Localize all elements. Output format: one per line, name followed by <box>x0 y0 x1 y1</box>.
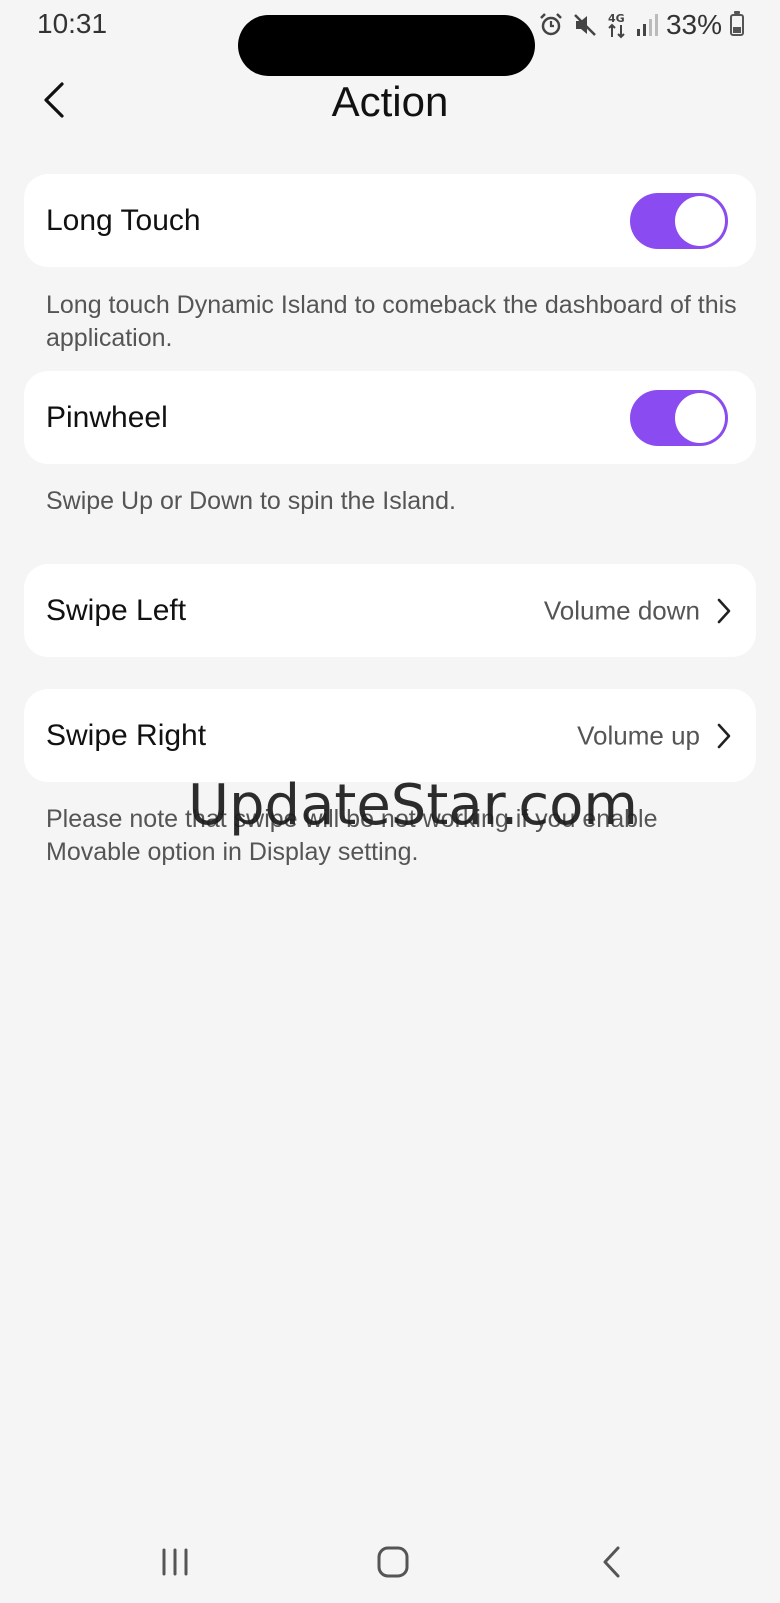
recent-apps-icon <box>162 1548 188 1576</box>
chevron-right-icon <box>717 598 731 623</box>
status-time: 10:31 <box>37 8 108 39</box>
signal-icon <box>636 14 658 36</box>
long-touch-row[interactable]: Long Touch <box>24 174 756 267</box>
swipe-right-row[interactable]: Swipe Right Volume up <box>24 689 756 782</box>
pinwheel-description: Swipe Up or Down to spin the Island. <box>46 487 456 515</box>
long-touch-label: Long Touch <box>46 203 201 237</box>
dynamic-island <box>238 15 535 76</box>
alarm-icon <box>540 13 562 36</box>
back-icon <box>603 1546 620 1578</box>
pinwheel-toggle[interactable] <box>630 389 728 446</box>
mute-icon <box>574 14 596 36</box>
4g-icon: 4G <box>608 12 625 39</box>
pinwheel-row[interactable]: Pinwheel <box>24 371 756 464</box>
swipe-right-label: Swipe Right <box>46 718 207 752</box>
toggle-knob <box>675 195 725 246</box>
swipe-right-value: Volume up <box>577 720 700 750</box>
long-touch-toggle[interactable] <box>630 192 728 249</box>
swipe-left-label: Swipe Left <box>46 593 187 627</box>
battery-icon <box>730 11 744 36</box>
page-title: Action <box>331 78 449 125</box>
status-bar: 10:31 4G 33% <box>0 0 780 76</box>
system-back-button[interactable] <box>582 1540 642 1584</box>
swipe-left-value: Volume down <box>543 595 700 625</box>
pinwheel-label: Pinwheel <box>46 400 168 434</box>
status-icons: 4G 33% <box>538 8 744 42</box>
swipe-left-row[interactable]: Swipe Left Volume down <box>24 564 756 657</box>
toggle-knob <box>675 392 725 443</box>
swipe-note: Please note that swipe will be not worki… <box>46 805 658 866</box>
chevron-right-icon <box>717 723 731 748</box>
battery-percent: 33% <box>665 9 722 40</box>
svg-text:4G: 4G <box>608 12 625 25</box>
home-button[interactable] <box>363 1540 423 1584</box>
header: Action <box>0 70 780 132</box>
long-touch-description: Long touch Dynamic Island to comeback th… <box>46 291 737 352</box>
home-icon <box>377 1546 409 1578</box>
recent-apps-button[interactable] <box>145 1540 205 1584</box>
navigation-bar <box>0 1520 780 1600</box>
